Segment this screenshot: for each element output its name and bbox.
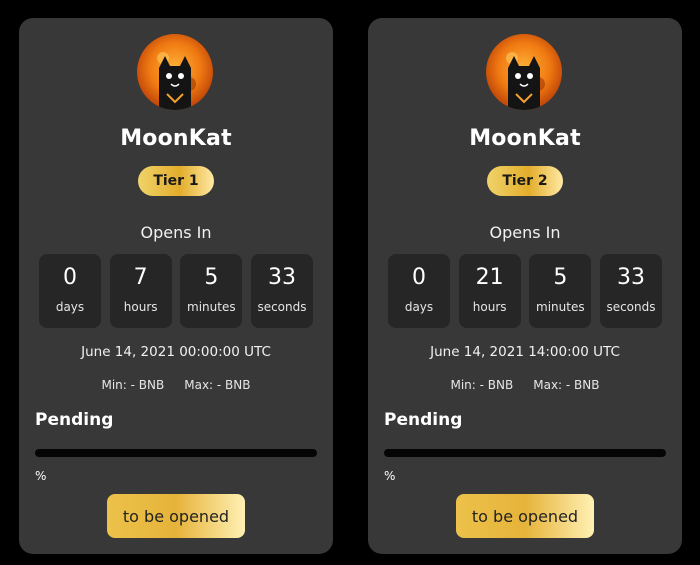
countdown-minutes: 5 minutes	[529, 254, 592, 328]
min-limit: Min: - BNB	[450, 378, 514, 392]
progress-bar	[384, 449, 666, 457]
countdown-value: 7	[133, 265, 148, 290]
min-max-limits: Min: - BNB Max: - BNB	[19, 378, 333, 392]
countdown-seconds: 33 seconds	[599, 254, 662, 328]
project-name: MoonKat	[120, 126, 232, 151]
countdown-unit: minutes	[536, 300, 585, 314]
status-label: Pending	[384, 410, 463, 430]
countdown-unit: seconds	[606, 300, 656, 314]
open-date: June 14, 2021 00:00:00 UTC	[81, 344, 271, 360]
progress-percent: %	[384, 469, 396, 483]
countdown-value: 0	[412, 265, 426, 290]
countdown-days: 0 days	[39, 254, 101, 328]
countdown-unit: days	[55, 300, 85, 314]
to-be-opened-button[interactable]: to be opened	[456, 494, 594, 538]
opens-in-label: Opens In	[489, 223, 561, 242]
presale-card-tier-2: MoonKat Tier 2 Opens In 0 days 21 hours …	[368, 18, 682, 554]
countdown-seconds: 33 seconds	[250, 254, 313, 328]
countdown-unit: seconds	[257, 300, 307, 314]
max-limit: Max: - BNB	[533, 378, 600, 392]
opens-in-label: Opens In	[140, 223, 212, 242]
status-label: Pending	[35, 410, 114, 430]
countdown-minutes: 5 minutes	[180, 254, 243, 328]
countdown-hours: 21 hours	[458, 254, 521, 328]
presale-card-tier-1: MoonKat Tier 1 Opens In 0 days 7 hours 5…	[19, 18, 333, 554]
open-date: June 14, 2021 14:00:00 UTC	[430, 344, 620, 360]
countdown-unit: minutes	[187, 300, 236, 314]
progress-percent: %	[35, 469, 47, 483]
countdown-hours: 7 hours	[109, 254, 172, 328]
countdown-value: 5	[553, 265, 568, 290]
countdown-value: 33	[616, 265, 645, 290]
countdown-unit: days	[404, 300, 434, 314]
countdown-timer: 0 days 21 hours 5 minutes 33 seconds	[388, 254, 662, 328]
countdown-value: 0	[63, 265, 77, 290]
countdown-timer: 0 days 7 hours 5 minutes 33 seconds	[39, 254, 313, 328]
countdown-value: 33	[267, 265, 296, 290]
progress-bar	[35, 449, 317, 457]
project-name: MoonKat	[469, 126, 581, 151]
tier-badge: Tier 2	[487, 166, 563, 196]
countdown-unit: hours	[472, 300, 507, 314]
countdown-value: 5	[204, 265, 219, 290]
countdown-unit: hours	[123, 300, 158, 314]
tier-badge: Tier 1	[138, 166, 214, 196]
min-limit: Min: - BNB	[101, 378, 165, 392]
countdown-days: 0 days	[388, 254, 450, 328]
moonkat-logo-icon	[486, 34, 562, 110]
moonkat-logo-icon	[137, 34, 213, 110]
max-limit: Max: - BNB	[184, 378, 251, 392]
countdown-value: 21	[475, 265, 504, 290]
min-max-limits: Min: - BNB Max: - BNB	[368, 378, 682, 392]
to-be-opened-button[interactable]: to be opened	[107, 494, 245, 538]
